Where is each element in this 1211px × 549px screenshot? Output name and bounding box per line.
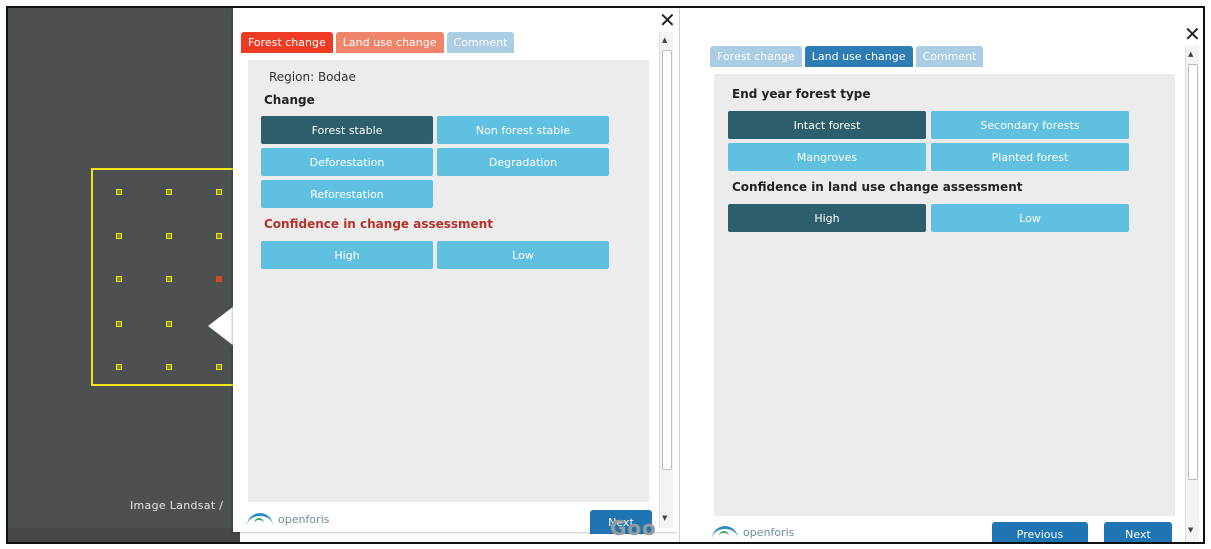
logo-text: openforis — [743, 526, 795, 539]
close-icon[interactable]: ✕ — [659, 8, 676, 32]
sample-point[interactable] — [116, 364, 122, 370]
tab-comment[interactable]: Comment — [915, 46, 984, 67]
scroll-up-icon[interactable]: ▲ — [662, 36, 667, 44]
region-label: Region: Bodae — [269, 70, 356, 84]
confidence-high-button[interactable]: High — [728, 204, 926, 232]
map-credit: Image Landsat / — [130, 499, 224, 512]
tab-comment[interactable]: Comment — [446, 32, 515, 53]
logo-text: openforis — [278, 513, 330, 526]
scroll-up-icon[interactable]: ▲ — [1188, 50, 1193, 58]
map-watermark: Goo — [610, 516, 657, 540]
planted-forest-button[interactable]: Planted forest — [931, 143, 1129, 171]
forest-change-panel: ✕ Forest change Land use change Comment … — [233, 8, 678, 534]
intact-forest-button[interactable]: Intact forest — [728, 111, 926, 139]
openforis-logo: openforis — [247, 513, 329, 526]
scrollbar[interactable]: ▲ ▼ — [659, 32, 673, 528]
mangroves-button[interactable]: Mangroves — [728, 143, 926, 171]
tab-land-use-change[interactable]: Land use change — [804, 46, 913, 67]
tab-forest-change[interactable]: Forest change — [241, 32, 333, 53]
sample-point[interactable] — [116, 233, 122, 239]
scroll-down-icon[interactable]: ▼ — [662, 514, 667, 522]
confidence-low-button[interactable]: Low — [931, 204, 1129, 232]
confidence-high-button[interactable]: High — [261, 241, 433, 269]
sample-point[interactable] — [166, 364, 172, 370]
scroll-down-icon[interactable]: ▼ — [1188, 526, 1193, 534]
sample-point[interactable] — [116, 321, 122, 327]
secondary-forests-button[interactable]: Secondary forests — [931, 111, 1129, 139]
reforestation-button[interactable]: Reforestation — [261, 180, 433, 208]
map-bottom-strip — [8, 528, 240, 542]
sample-point[interactable] — [166, 189, 172, 195]
deforestation-button[interactable]: Deforestation — [261, 148, 433, 176]
sample-point[interactable] — [166, 321, 172, 327]
sample-point[interactable] — [116, 276, 122, 282]
scroll-thumb[interactable] — [1188, 64, 1198, 480]
balloon-pointer — [208, 306, 234, 346]
sample-point[interactable] — [116, 189, 122, 195]
land-use-change-panel: ✕ Forest change Land use change Comment … — [682, 8, 1203, 542]
sample-point[interactable] — [216, 233, 222, 239]
close-icon[interactable]: ✕ — [1184, 22, 1201, 46]
sample-point[interactable] — [216, 364, 222, 370]
openforis-logo-icon — [247, 513, 273, 526]
confidence-low-button[interactable]: Low — [437, 241, 609, 269]
forest-stable-button[interactable]: Forest stable — [261, 116, 433, 144]
next-button[interactable]: Next — [1104, 522, 1172, 542]
tab-bar: Forest change Land use change Comment — [710, 46, 984, 67]
sample-point[interactable] — [216, 189, 222, 195]
forest-type-heading: End year forest type — [732, 87, 871, 101]
confidence-heading: Confidence in change assessment — [264, 217, 493, 231]
tab-land-use-change[interactable]: Land use change — [335, 32, 444, 53]
openforis-logo: openforis — [712, 526, 794, 539]
degradation-button[interactable]: Degradation — [437, 148, 609, 176]
change-heading: Change — [264, 93, 315, 107]
sample-point[interactable] — [166, 276, 172, 282]
non-forest-stable-button[interactable]: Non forest stable — [437, 116, 609, 144]
land-use-confidence-heading: Confidence in land use change assessment — [732, 180, 1023, 194]
tab-forest-change[interactable]: Forest change — [710, 46, 802, 67]
sample-point[interactable] — [166, 233, 172, 239]
scrollbar[interactable]: ▲ ▼ — [1185, 46, 1199, 542]
form-area — [714, 74, 1175, 516]
openforis-logo-icon — [712, 526, 738, 539]
scroll-thumb[interactable] — [662, 50, 672, 470]
screenshot-frame: Image Landsat / ✕ Forest change Land use… — [6, 6, 1205, 544]
sample-point-selected[interactable] — [216, 276, 222, 282]
previous-button[interactable]: Previous — [992, 522, 1088, 542]
satellite-map[interactable]: Image Landsat / — [8, 8, 240, 542]
tab-bar: Forest change Land use change Comment — [241, 32, 515, 53]
